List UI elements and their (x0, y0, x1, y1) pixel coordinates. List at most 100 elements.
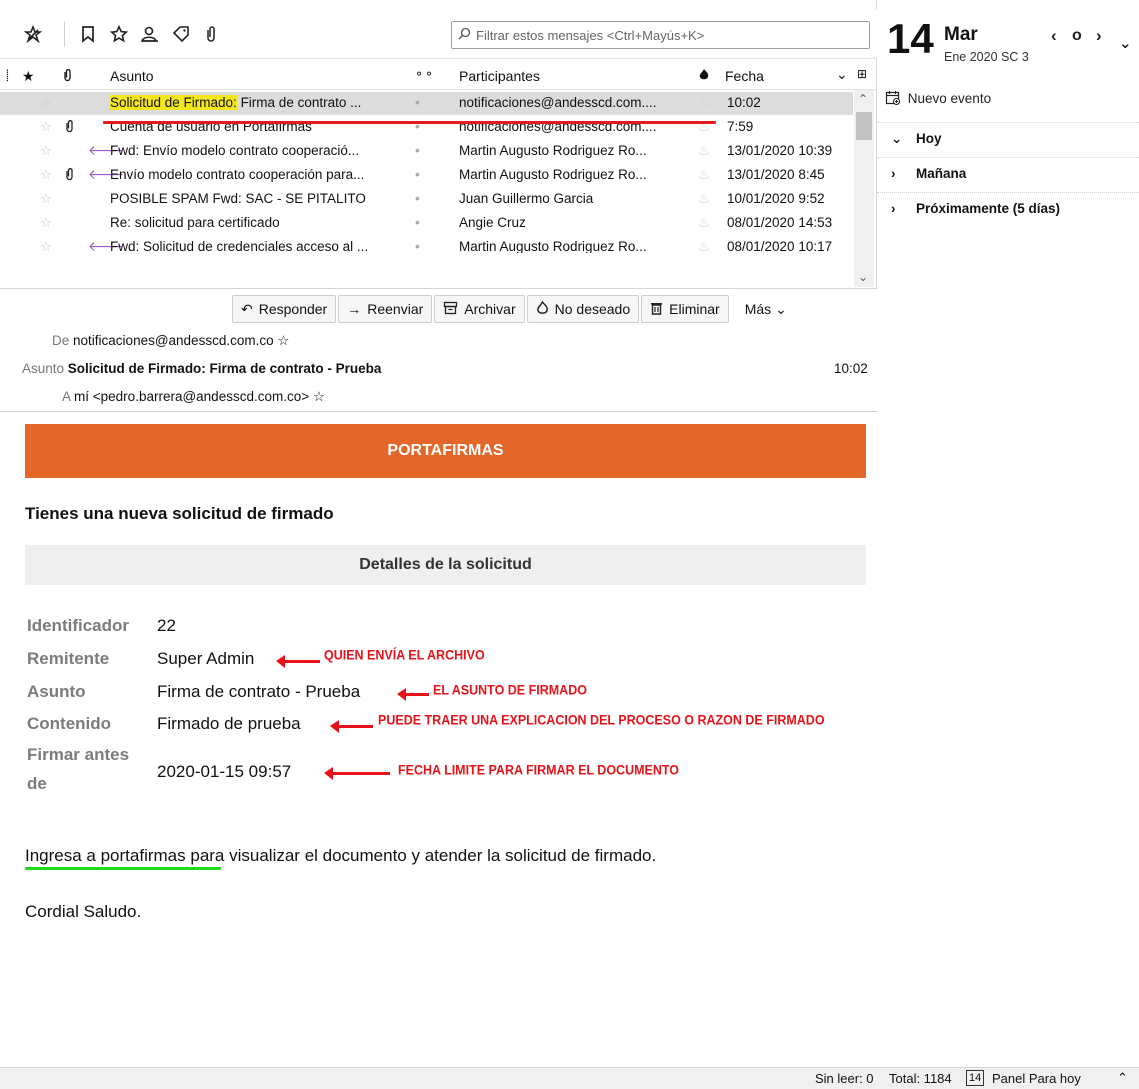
star-icon[interactable]: ☆ (40, 95, 52, 111)
from-address[interactable]: notificaciones@andesscd.com.co (73, 333, 274, 348)
attachment-column-icon[interactable] (62, 68, 73, 85)
to-label: A (62, 389, 71, 404)
message-body: PORTAFIRMAS Tienes una nueva solicitud d… (0, 412, 877, 1067)
message-row[interactable]: ☆ Re: solicitud para certificado • Angie… (0, 212, 853, 235)
row-date: 08/01/2020 10:17 (727, 239, 833, 253)
row-participants: Martin Augusto Rodriguez Ro... (459, 239, 647, 253)
message-row[interactable]: ☆ POSIBLE SPAM Fwd: SAC - SE PITALITO • … (0, 188, 853, 211)
star-icon[interactable]: ☆ (40, 119, 52, 135)
column-picker-icon[interactable]: ⊞ (857, 67, 867, 81)
calendar-add-icon (885, 91, 908, 106)
message-row[interactable]: ☆ Solicitud de Firmado: Firma de contrat… (0, 92, 853, 115)
scroll-up-icon[interactable]: ⌃ (858, 92, 868, 106)
row-subject: Envío modelo contrato cooperación para..… (110, 167, 365, 182)
scroll-down-icon[interactable]: ⌄ (858, 270, 868, 284)
today-circle-icon[interactable]: o (1072, 27, 1082, 45)
read-dot-icon[interactable]: • (415, 95, 420, 110)
chevron-up-icon[interactable]: ⌃ (1117, 1070, 1128, 1086)
message-row[interactable]: ☆ 🡐 Fwd: Solicitud de credenciales acces… (0, 236, 853, 253)
read-status-column-icon[interactable]: ⚬⚬ (414, 67, 434, 81)
column-date[interactable]: Fecha (725, 68, 764, 84)
forward-button[interactable]: → Reenviar (338, 295, 433, 323)
next-day-icon[interactable]: › (1096, 26, 1102, 46)
details-title: Detalles de la solicitud (25, 545, 866, 585)
annotation-arrow (397, 688, 429, 701)
star-icon[interactable]: ☆ (40, 167, 52, 183)
star-icon[interactable]: ☆ (277, 333, 289, 348)
portafirmas-link[interactable]: Ingresa a portafirmas (25, 846, 186, 865)
star-icon[interactable]: ☆ (40, 191, 52, 207)
green-underline-annotation (25, 867, 221, 870)
read-dot-icon[interactable]: • (415, 143, 420, 158)
red-underline-annotation (103, 121, 716, 124)
read-dot-icon[interactable]: • (415, 239, 420, 253)
row-subject: Fwd: Envío modelo contrato cooperació... (110, 143, 360, 158)
to-address[interactable]: mí <pedro.barrera@andesscd.com.co> (74, 389, 309, 404)
delete-button[interactable]: Eliminar (641, 295, 729, 323)
attachment-icon (64, 119, 75, 136)
reply-button[interactable]: ↶ Responder (232, 295, 337, 323)
message-row[interactable]: ☆ 🡐 Envío modelo contrato cooperación pa… (0, 164, 853, 187)
unread-count: Sin leer: 0 (815, 1071, 874, 1086)
junk-icon[interactable]: ♨ (698, 167, 710, 183)
row-date: 7:59 (727, 119, 754, 134)
message-row[interactable]: ☆ 🡐 Fwd: Envío modelo contrato cooperaci… (0, 140, 853, 163)
new-event-button[interactable]: Nuevo evento (885, 90, 991, 106)
star-icon[interactable]: ☆ (313, 389, 325, 404)
row-date: 08/01/2020 14:53 (727, 215, 833, 230)
junk-icon[interactable]: ♨ (698, 215, 710, 231)
row-date: 13/01/2020 10:39 (727, 143, 833, 158)
column-subject[interactable]: Asunto (110, 68, 154, 84)
from-label: De (52, 333, 70, 348)
today-pane: 14 Mar Ene 2020 SC 3 ‹ o › ⌄ Nuevo event… (877, 0, 1139, 1067)
star-icon[interactable]: ☆ (40, 215, 52, 231)
trash-icon (650, 301, 663, 318)
calendar-day[interactable]: 14 (887, 18, 934, 60)
star-column-icon[interactable]: ★ (22, 68, 35, 85)
filter-input[interactable]: Filtrar estos mensajes <Ctrl+Mayús+K> (451, 21, 870, 49)
junk-icon[interactable]: ♨ (698, 95, 710, 111)
thread-column-icon[interactable]: ⸽ (6, 68, 9, 83)
row-participants: Angie Cruz (459, 215, 526, 230)
message-list: ⸽ ★ Asunto ⚬⚬ Participantes Fecha ⌄ ⊞ ☆ … (0, 60, 877, 288)
message-row[interactable]: ☆ Cuenta de usuario en Portafirmas • not… (0, 116, 853, 139)
search-icon (458, 27, 471, 43)
sort-chevron-icon[interactable]: ⌄ (836, 66, 848, 83)
junk-icon[interactable]: ♨ (698, 239, 710, 253)
calendar-weekday: Mar (944, 24, 978, 45)
previous-day-icon[interactable]: ‹ (1051, 26, 1057, 46)
junk-flame-icon (536, 300, 549, 318)
more-button[interactable]: Más ⌄ (731, 295, 795, 323)
attachment-icon[interactable] (198, 21, 224, 47)
today-badge[interactable]: 14 (966, 1070, 985, 1086)
read-dot-icon[interactable]: • (415, 191, 420, 206)
tag-icon[interactable] (168, 21, 194, 47)
junk-icon[interactable]: ♨ (698, 143, 710, 159)
agenda-section-today[interactable]: ⌄ Hoy (877, 122, 1139, 152)
reply-icon: ↶ (241, 300, 253, 317)
list-scrollbar[interactable]: ⌃ ⌄ (854, 90, 874, 287)
column-participants[interactable]: Participantes (459, 68, 540, 84)
star-icon[interactable]: ☆ (40, 143, 52, 159)
forward-icon: → (347, 301, 362, 317)
junk-column-icon[interactable] (698, 68, 710, 84)
row-subject: Solicitud de Firmado: Firma de contrato … (110, 95, 362, 110)
total-count: Total: 1184 (889, 1071, 952, 1086)
read-dot-icon[interactable]: • (415, 167, 420, 182)
today-pane-toggle[interactable]: Panel Para hoy (992, 1071, 1081, 1086)
archive-button[interactable]: Archivar (434, 295, 525, 323)
agenda-section-tomorrow[interactable]: › Mañana (877, 157, 1139, 187)
agenda-section-upcoming[interactable]: › Próximamente (5 días) (877, 192, 1139, 222)
filter-placeholder: Filtrar estos mensajes <Ctrl+Mayús+K> (476, 27, 705, 43)
star-icon[interactable] (106, 21, 132, 47)
star-icon[interactable]: ☆ (40, 239, 52, 253)
read-dot-icon[interactable]: • (415, 215, 420, 230)
bookmark-icon[interactable] (75, 21, 101, 47)
contacts-icon[interactable] (137, 21, 163, 47)
row-participants: Martin Augusto Rodriguez Ro... (459, 167, 647, 182)
get-messages-icon[interactable] (20, 21, 46, 47)
junk-button[interactable]: No deseado (526, 295, 640, 323)
junk-icon[interactable]: ♨ (698, 191, 710, 207)
scroll-thumb[interactable] (856, 112, 872, 140)
chevron-down-icon[interactable]: ⌄ (1119, 34, 1132, 52)
